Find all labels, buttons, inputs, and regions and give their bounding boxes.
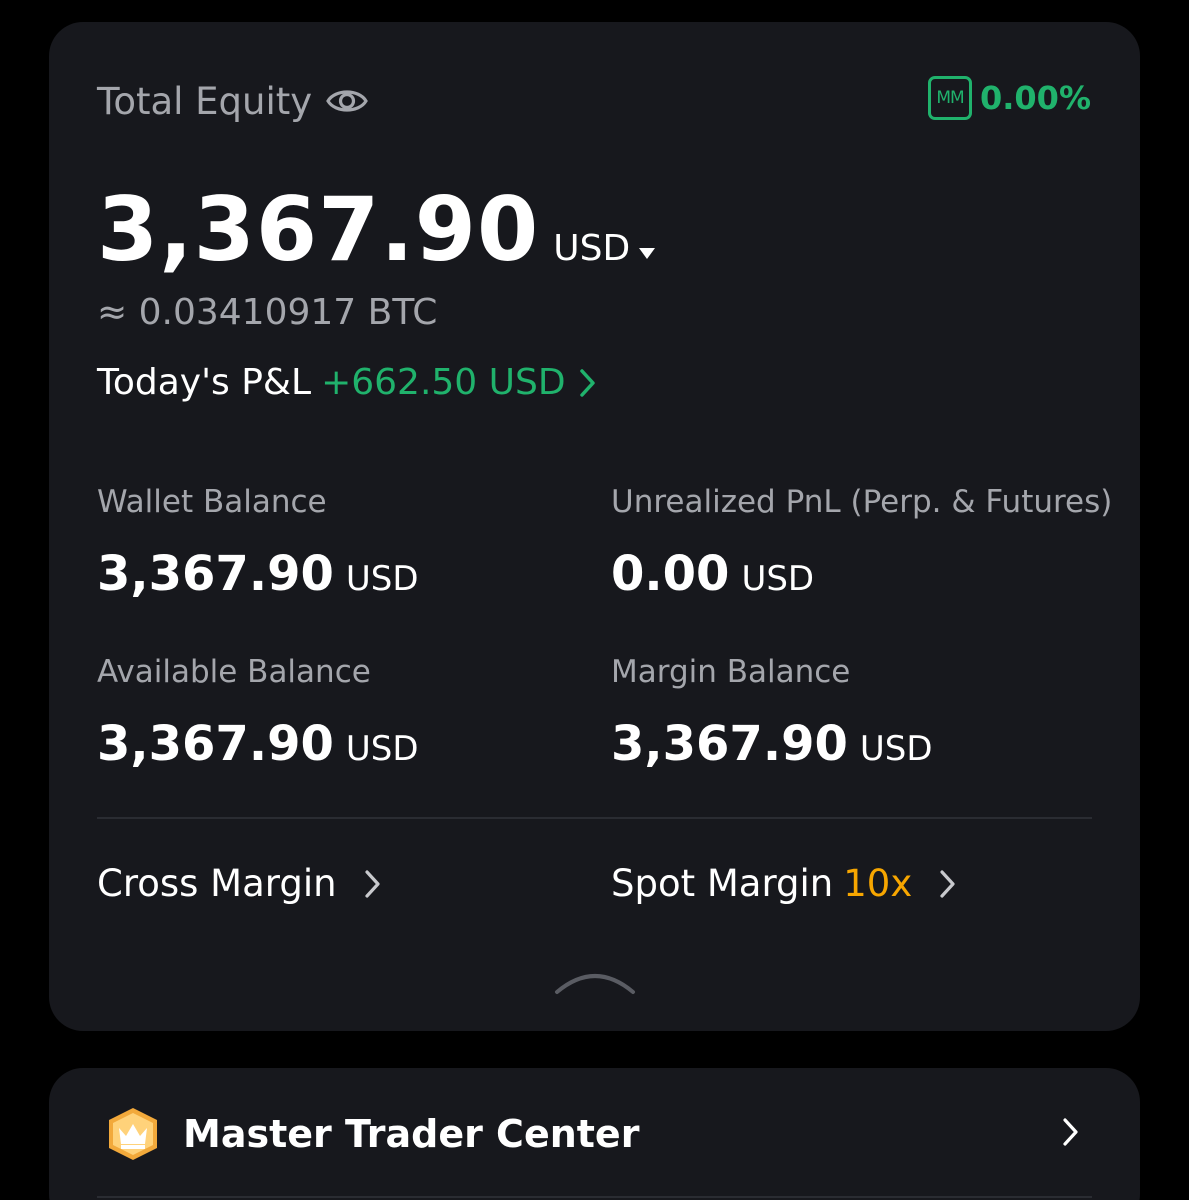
eye-icon[interactable] [325, 84, 369, 118]
chevron-up-icon[interactable] [553, 964, 637, 998]
available-balance-label: Available Balance [97, 654, 371, 690]
wallet-balance: 3,367.90 USD [97, 546, 419, 602]
unrealized-pnl-label: Unrealized PnL (Perp. & Futures) [611, 484, 1113, 520]
total-equity-amount: 3,367.90 USD [97, 178, 656, 281]
master-trader-label: Master Trader Center [183, 1112, 640, 1156]
unrealized-pnl: 0.00 USD [611, 546, 814, 602]
margin-balance: 3,367.90 USD [611, 716, 933, 772]
wallet-balance-currency: USD [345, 559, 419, 599]
equity-card: Total Equity MM 0.00% 3,367.90 USD ≈ 0.0… [49, 22, 1140, 1031]
available-balance: 3,367.90 USD [97, 716, 419, 772]
crown-icon [109, 1108, 157, 1160]
pnl-label: Today's P&L [97, 362, 312, 403]
spot-margin-label: Spot Margin [611, 862, 834, 905]
chevron-right-icon [940, 869, 955, 898]
chevron-right-icon [364, 869, 380, 898]
margin-balance-value: 3,367.90 [611, 716, 848, 772]
mm-ratio[interactable]: MM 0.00% [927, 76, 1091, 120]
margin-balance-currency: USD [859, 729, 933, 769]
wallet-balance-label: Wallet Balance [97, 484, 327, 520]
mm-badge: MM [927, 76, 972, 120]
total-equity-label: Total Equity [97, 80, 313, 123]
master-trader-card[interactable]: Master Trader Center [49, 1068, 1140, 1200]
screen: Total Equity MM 0.00% 3,367.90 USD ≈ 0.0… [0, 0, 1189, 1200]
divider [97, 817, 1092, 819]
divider [97, 1196, 1092, 1198]
spot-margin-leverage: 10x [843, 862, 913, 905]
chevron-right-icon [579, 368, 595, 397]
margin-balance-label: Margin Balance [611, 654, 851, 690]
total-equity-value: 3,367.90 [97, 178, 540, 281]
unrealized-pnl-value: 0.00 [611, 546, 730, 602]
chevron-right-icon [1063, 1118, 1078, 1146]
currency-selector[interactable]: USD [553, 228, 630, 269]
wallet-balance-value: 3,367.90 [97, 546, 334, 602]
cross-margin-label: Cross Margin [97, 862, 337, 905]
todays-pnl[interactable]: Today's P&L +662.50 USD [97, 362, 598, 403]
unrealized-pnl-currency: USD [741, 559, 815, 599]
cross-margin-link[interactable]: Cross Margin [97, 862, 383, 905]
btc-equivalent: ≈ 0.03410917 BTC [97, 292, 438, 333]
spot-margin-link[interactable]: Spot Margin 10x [611, 862, 958, 905]
available-balance-value: 3,367.90 [97, 716, 334, 772]
caret-down-icon[interactable] [638, 246, 656, 260]
mm-ratio-value: 0.00% [979, 79, 1091, 117]
available-balance-currency: USD [345, 729, 419, 769]
pnl-value: +662.50 USD [321, 362, 566, 403]
